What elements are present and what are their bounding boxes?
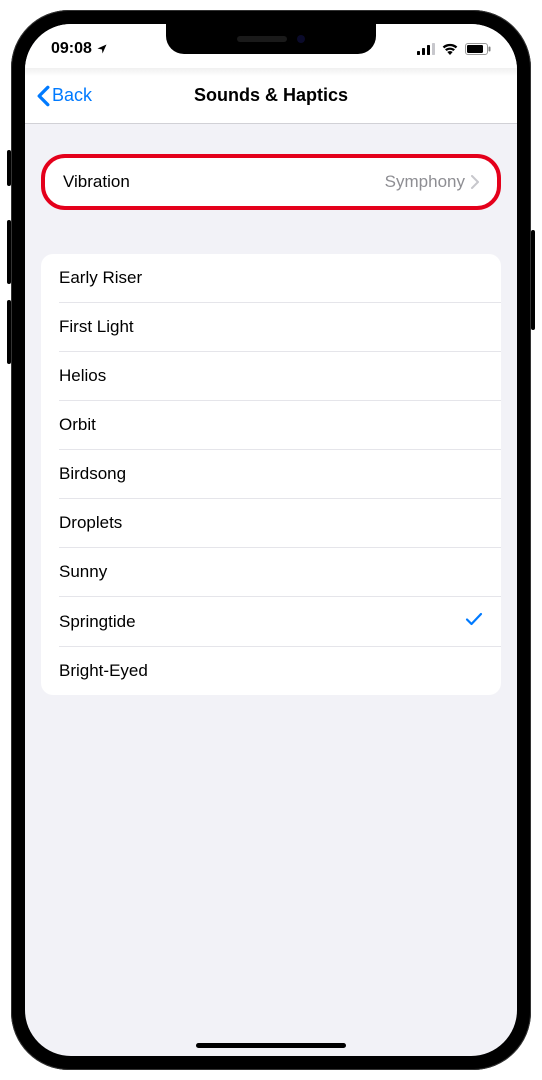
sound-label: Bright-Eyed [59, 661, 148, 681]
silent-switch [7, 150, 11, 186]
sounds-section: Early Riser First Light Helios Orbit Birdson… [41, 254, 501, 695]
location-icon [96, 43, 108, 55]
sound-row[interactable]: Birdsong [41, 450, 501, 498]
vibration-value-wrap: Symphony [385, 172, 479, 192]
sound-row[interactable]: Orbit [41, 401, 501, 449]
back-button[interactable]: Back [37, 85, 92, 107]
notch [166, 24, 376, 54]
sound-row[interactable]: Sunny [41, 548, 501, 596]
wifi-icon [441, 43, 459, 55]
sound-label: Sunny [59, 562, 107, 582]
power-button [531, 230, 535, 330]
cellular-icon [417, 43, 435, 55]
sound-row[interactable]: Droplets [41, 499, 501, 547]
vibration-row[interactable]: Vibration Symphony [45, 158, 497, 206]
chevron-left-icon [37, 85, 50, 107]
sound-row[interactable]: First Light [41, 303, 501, 351]
sound-row[interactable]: Springtide [41, 597, 501, 646]
volume-up [7, 220, 11, 284]
checkmark-icon [465, 611, 483, 632]
sound-label: First Light [59, 317, 134, 337]
sound-label: Helios [59, 366, 106, 386]
home-indicator[interactable] [196, 1043, 346, 1048]
nav-bar: Back Sounds & Haptics [25, 68, 517, 124]
device-frame: 09:08 [11, 10, 531, 1070]
vibration-label: Vibration [63, 172, 130, 192]
sound-row[interactable]: Helios [41, 352, 501, 400]
clock: 09:08 [51, 40, 92, 58]
page-title: Sounds & Haptics [194, 85, 348, 106]
screen: 09:08 [25, 24, 517, 1056]
vibration-value: Symphony [385, 172, 465, 192]
earpiece [237, 36, 287, 42]
sound-label: Orbit [59, 415, 96, 435]
front-camera [297, 35, 305, 43]
sound-label: Droplets [59, 513, 122, 533]
sound-row[interactable]: Early Riser [41, 254, 501, 302]
chevron-right-icon [471, 175, 479, 189]
sound-label: Springtide [59, 612, 136, 632]
sound-label: Birdsong [59, 464, 126, 484]
back-label: Back [52, 85, 92, 106]
status-time: 09:08 [51, 34, 108, 58]
volume-down [7, 300, 11, 364]
sound-row[interactable]: Bright-Eyed [41, 647, 501, 695]
sound-label: Early Riser [59, 268, 142, 288]
content[interactable]: Vibration Symphony Early Riser First Ligh… [25, 124, 517, 1056]
vibration-section: Vibration Symphony [41, 154, 501, 210]
battery-icon [465, 43, 491, 55]
status-icons [417, 37, 491, 55]
